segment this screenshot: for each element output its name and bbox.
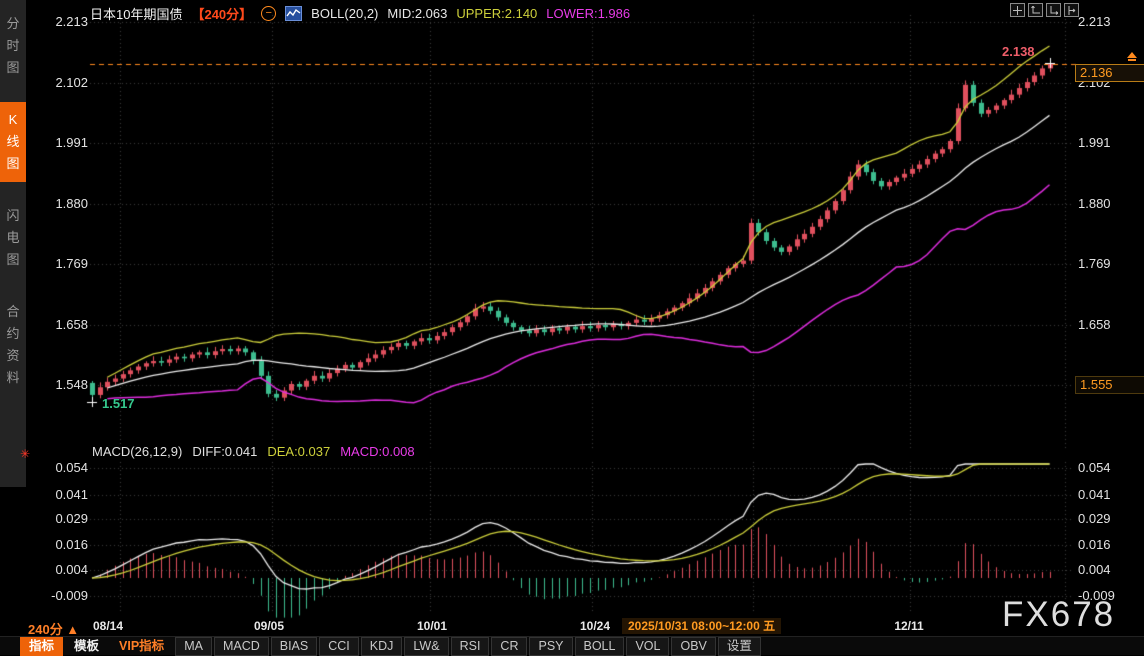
macd-axis-right-1: 0.041 <box>1078 486 1111 502</box>
boll-upper-value: UPPER:2.140 <box>456 6 538 21</box>
boll-lower-value: LOWER:1.986 <box>546 6 631 21</box>
toolbar-tab-设置[interactable]: 设置 <box>717 636 761 656</box>
move-crosshair-icon[interactable] <box>1010 3 1025 17</box>
price-axis-left-0: 2.213 <box>55 14 88 29</box>
macd-indicator-label: MACD(26,12,9) <box>92 444 183 459</box>
price-axis-right-5: 1.658 <box>1078 317 1111 333</box>
price-axis-right-3: 1.880 <box>1078 195 1111 211</box>
indicator-chart-icon[interactable] <box>285 6 303 21</box>
settlement-price-box: 1.555 <box>1075 376 1144 394</box>
price-axis-right-4: 1.769 <box>1078 256 1111 272</box>
macd-macd-value: MACD:0.008 <box>340 444 415 459</box>
boll-indicator-label: BOLL(20,2) <box>311 6 379 21</box>
toolbar-tab-OBV[interactable]: OBV <box>671 636 716 656</box>
macd-axis-left-5: -0.009 <box>51 588 88 604</box>
macd-diff-value: DIFF:0.041 <box>192 444 258 459</box>
chart-tool-buttons <box>1010 3 1079 17</box>
price-axis-left-4: 1.769 <box>55 256 88 272</box>
chart-header: 日本10年期国债 【240分】 − BOLL(20,2) MID:2.063 U… <box>90 4 630 23</box>
pan-right-icon[interactable] <box>1064 3 1079 17</box>
macd-axis-right-2: 0.029 <box>1078 511 1111 527</box>
period-label: 【240分】 <box>191 7 253 22</box>
zoom-y-axis-icon[interactable] <box>1028 3 1043 17</box>
toolbar-tab-指标[interactable]: 指标 <box>20 636 64 656</box>
sidebar-tab-4[interactable]: 合 约 资 料 <box>0 294 26 396</box>
x-axis-label-12/11: 12/11 <box>894 619 924 633</box>
toolbar-tab-LW&[interactable]: LW& <box>404 636 449 656</box>
toolbar-tab-KDJ[interactable]: KDJ <box>360 636 403 656</box>
macd-dea-value: DEA:0.037 <box>267 444 331 459</box>
toolbar-tab-BOLL[interactable]: BOLL <box>574 636 625 656</box>
boll-mid-value: MID:2.063 <box>387 6 448 21</box>
trading-app: { "header": { "title": "日本10年期国债", "peri… <box>0 0 1144 656</box>
high-price-label: 2.138 <box>1002 44 1035 59</box>
alert-star-icon[interactable]: ✳ <box>20 447 30 461</box>
sidebar-tab-3[interactable]: 闪 电 图 <box>0 198 26 278</box>
price-axis-right-2: 1.991 <box>1078 135 1111 151</box>
x-axis-label-08/14: 08/14 <box>92 619 124 633</box>
candlestick-chart-canvas[interactable] <box>0 0 1144 655</box>
sidebar-tab-2[interactable]: K 线 图 <box>0 102 26 182</box>
zoom-x-axis-icon[interactable] <box>1046 3 1061 17</box>
price-axis-left-3: 1.880 <box>55 195 88 211</box>
toolbar-tab-模板[interactable]: 模板 <box>65 637 108 656</box>
crosshair-datetime-label: 2025/10/31 08:00~12:00 五 <box>622 618 782 634</box>
macd-axis-left-1: 0.041 <box>55 486 88 502</box>
macd-axis-left-0: 0.054 <box>55 460 88 476</box>
price-axis-right-0: 2.213 <box>1078 14 1111 29</box>
macd-axis-right-0: 0.054 <box>1078 460 1111 476</box>
macd-axis-right-4: 0.004 <box>1078 561 1111 577</box>
collapse-indicator-icon[interactable]: − <box>261 6 277 21</box>
x-axis-label-10/24: 10/24 <box>579 619 611 633</box>
x-axis-label-09/05: 09/05 <box>253 619 285 633</box>
toolbar-tab-PSY[interactable]: PSY <box>529 636 573 656</box>
last-price-box: 2.136 <box>1075 64 1144 82</box>
toolbar-tab-VIP指标[interactable]: VIP指标 <box>110 637 173 656</box>
macd-axis-right-3: 0.016 <box>1078 537 1111 553</box>
macd-axis-right-5: -0.009 <box>1078 588 1115 604</box>
instrument-title: 日本10年期国债 <box>90 7 183 22</box>
toolbar-tab-MACD[interactable]: MACD <box>213 636 269 656</box>
chart-type-sidebar: 分 时 图 K 线 图闪 电 图合 约 资 料 <box>0 0 26 487</box>
toolbar-tab-RSI[interactable]: RSI <box>450 636 490 656</box>
macd-header: MACD(26,12,9) DIFF:0.041 DEA:0.037 MACD:… <box>92 444 415 459</box>
toolbar-tab-BIAS[interactable]: BIAS <box>270 636 318 656</box>
toolbar-tab-CR[interactable]: CR <box>491 636 528 656</box>
macd-axis-left-2: 0.029 <box>55 511 88 527</box>
price-axis-left-5: 1.658 <box>55 317 88 333</box>
x-axis-label-10/01: 10/01 <box>416 619 448 633</box>
toolbar-tab-VOL[interactable]: VOL <box>626 636 670 656</box>
price-axis-left-2: 1.991 <box>55 135 88 151</box>
macd-axis-left-3: 0.016 <box>55 537 88 553</box>
toolbar-tab-CCI[interactable]: CCI <box>319 636 359 656</box>
price-up-arrow-icon <box>1126 52 1138 61</box>
toolbar-tab-MA[interactable]: MA <box>175 636 212 656</box>
macd-axis-left-4: 0.004 <box>55 561 88 577</box>
price-axis-left-1: 2.102 <box>55 74 88 90</box>
sidebar-tab-1[interactable]: 分 时 图 <box>0 6 26 86</box>
price-axis-left-6: 1.548 <box>55 377 88 393</box>
indicator-toolbar: 指标 模板 VIP指标 MA MACD BIAS CCI KDJ LW& RSI CR PSY BOLL… <box>0 636 1144 656</box>
low-price-label: 1.517 <box>102 396 135 411</box>
